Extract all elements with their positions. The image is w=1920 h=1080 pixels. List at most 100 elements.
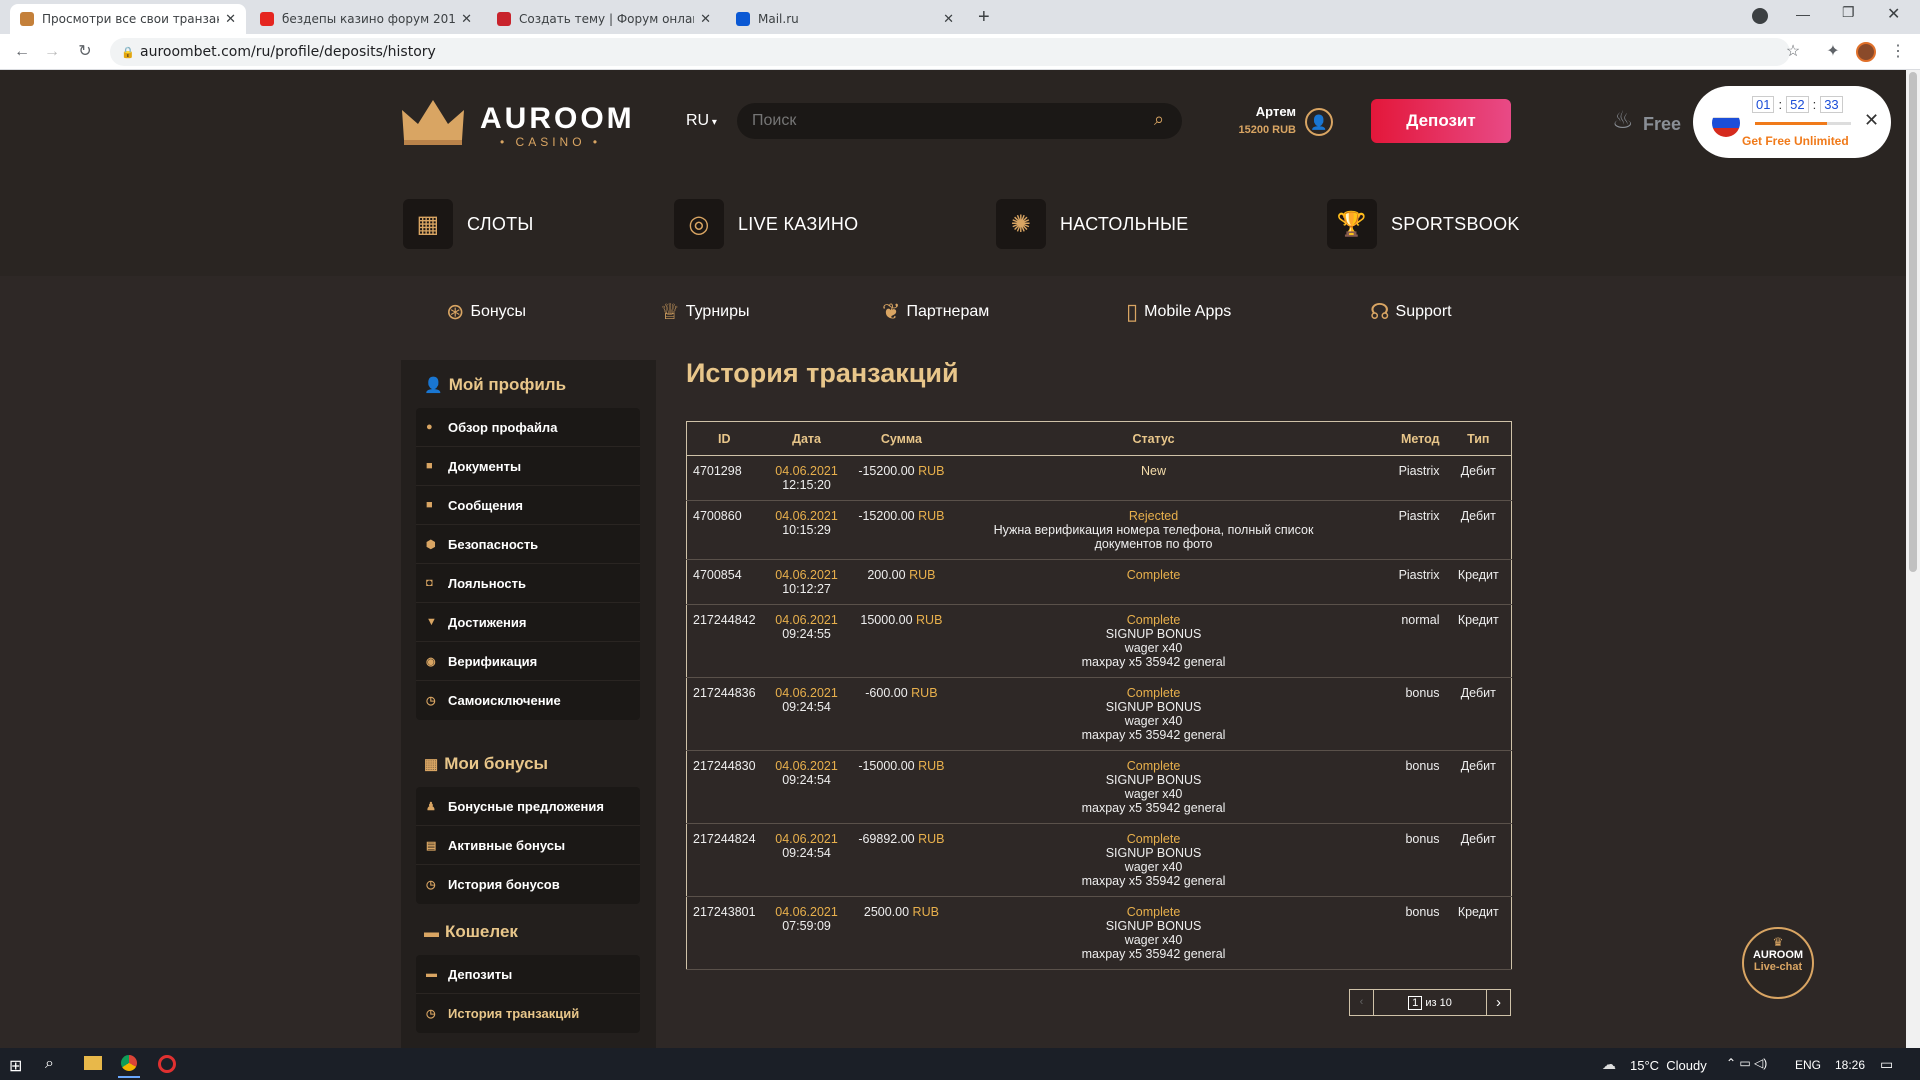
status-detail: wager x40 (1124, 714, 1183, 728)
cell-date: 04.06.2021 09:24:54 (761, 677, 852, 751)
cell-type: Кредит (1445, 559, 1512, 605)
category-slots[interactable]: ▦ СЛОТЫ (403, 199, 534, 249)
notification-icon[interactable]: ▭ (1880, 1056, 1893, 1073)
sidebar-item-self-exclusion[interactable]: ◷ Самоисключение (416, 681, 640, 720)
tab-close-icon[interactable]: ✕ (700, 12, 711, 27)
cell-date: 04.06.2021 09:24:54 (761, 823, 852, 897)
nav-support[interactable]: ☊ Support (1370, 296, 1452, 328)
nav-tournaments[interactable]: ♕ Турниры (660, 296, 750, 328)
category-sportsbook[interactable]: 🏆 SPORTSBOOK (1327, 199, 1520, 249)
clock-icon: ◷ (426, 695, 436, 707)
windows-start-icon[interactable]: ⊞ (9, 1056, 22, 1076)
date-text: 04.06.2021 (775, 759, 838, 773)
cell-date: 04.06.2021 09:24:55 (761, 604, 852, 678)
page-number[interactable]: 1 (1408, 995, 1423, 1010)
date-text: 04.06.2021 (775, 509, 838, 523)
input-language[interactable]: ENG (1795, 1058, 1821, 1072)
browser-tab[interactable]: Создать тему | Форум онлайн ка ✕ (487, 4, 721, 34)
user-avatar-icon[interactable]: 👤 (1305, 108, 1333, 136)
menu-dots-icon[interactable]: ⋮ (1888, 42, 1908, 62)
card-icon: ▬ (426, 968, 437, 980)
chrome-taskbar-icon[interactable] (118, 1050, 140, 1078)
date-text: 04.06.2021 (775, 613, 838, 627)
nav-label: Бонусы (470, 303, 526, 320)
category-label: SPORTSBOOK (1391, 213, 1520, 234)
browser-tab[interactable]: Mail.ru ✕ (726, 4, 964, 34)
sidebar-item-label: Безопасность (448, 536, 539, 552)
clock[interactable]: 18:26 (1835, 1058, 1865, 1072)
scrollbar-thumb[interactable] (1909, 72, 1917, 572)
category-live-casino[interactable]: ◎ LIVE КАЗИНО (674, 199, 858, 249)
sidebar-item-verification[interactable]: ◉ Верификация (416, 642, 640, 681)
tab-search-icon[interactable] (1752, 8, 1768, 24)
maximize-icon[interactable]: ❐ (1842, 4, 1855, 21)
sidebar-item-profile-overview[interactable]: ● Обзор профайла (416, 408, 640, 447)
sidebar-item-loyalty[interactable]: ◘ Лояльность (416, 564, 640, 603)
prev-page-icon[interactable]: ‹ (1350, 990, 1374, 1015)
bookmark-star-icon[interactable]: ☆ (1783, 42, 1803, 62)
extensions-icon[interactable]: ✦ (1823, 42, 1843, 62)
minimize-icon[interactable]: — (1796, 6, 1810, 22)
tab-close-icon[interactable]: ✕ (225, 12, 236, 27)
opera-taskbar-icon[interactable] (158, 1055, 176, 1073)
cell-amount: -15200.00 RUB (851, 455, 952, 501)
nav-bonuses[interactable]: ⊛ Бонусы (446, 296, 526, 328)
language-selector[interactable]: RU ▾ (686, 112, 717, 130)
pagination: ‹ 1 из 10 › (1349, 989, 1511, 1016)
sidebar-item-documents[interactable]: ■ Документы (416, 447, 640, 486)
sidebar-item-bonus-offers[interactable]: ♟ Бонусные предложения (416, 787, 640, 826)
table-row: 217244824 04.06.2021 09:24:54 -69892.00 RUB… (686, 823, 1512, 897)
deposit-button[interactable]: Депозит (1371, 99, 1511, 143)
nav-mobile-apps[interactable]: ▯ Mobile Apps (1126, 296, 1231, 328)
status-detail: wager x40 (1124, 641, 1183, 655)
sidebar-item-achievements[interactable]: ▼ Достижения (416, 603, 640, 642)
document-icon: ■ (426, 460, 433, 472)
reload-icon[interactable]: ↻ (75, 42, 95, 62)
cell-method: Piastrix (1355, 455, 1446, 501)
time-text: 09:24:54 (782, 846, 831, 860)
crown-logo-icon[interactable] (400, 96, 466, 146)
address-bar[interactable]: auroombet.com/ru/profile/deposits/histor… (110, 38, 1790, 66)
cell-status: Complete SIGNUP BONUS wager x40 maxpay x5 3… (951, 896, 1356, 970)
tab-close-icon[interactable]: ✕ (943, 12, 954, 27)
cell-type: Дебит (1445, 823, 1512, 897)
table-row: 217244836 04.06.2021 09:24:54 -600.00 RUB Co… (686, 677, 1512, 751)
browser-tab[interactable]: бездепы казино форум 2017 — ✕ (250, 4, 482, 34)
close-window-icon[interactable]: ✕ (1887, 4, 1900, 24)
currency: RUB (911, 686, 938, 700)
taskbar-search-icon[interactable]: ⌕ (45, 1055, 54, 1073)
profile-avatar[interactable] (1856, 42, 1876, 62)
live-chat-button[interactable]: ♛ AUROOM Live-chat (1742, 927, 1814, 999)
next-page-icon[interactable]: › (1486, 990, 1510, 1015)
new-tab-button[interactable]: + (978, 6, 990, 29)
weather-text[interactable]: 15°C Cloudy (1630, 1058, 1707, 1073)
forward-icon[interactable]: → (42, 42, 62, 62)
system-tray-icons[interactable]: ⌃ ▭ ◁) (1726, 1056, 1767, 1070)
cell-date: 04.06.2021 10:12:27 (761, 559, 852, 605)
sidebar-item-security[interactable]: ⬢ Безопасность (416, 525, 640, 564)
tab-close-icon[interactable]: ✕ (461, 12, 472, 27)
sidebar-item-transaction-history[interactable]: ◷ История транзакций (416, 994, 640, 1033)
category-table-games[interactable]: ✺ НАСТОЛЬНЫЕ (996, 199, 1189, 249)
cell-type: Кредит (1445, 604, 1512, 678)
sidebar-item-bonus-history[interactable]: ◷ История бонусов (416, 865, 640, 904)
sidebar-item-label: Бонусные предложения (448, 798, 604, 814)
free-label[interactable]: Free (1643, 114, 1681, 135)
back-icon[interactable]: ← (12, 42, 32, 62)
promo-text[interactable]: Get Free Unlimited (1742, 134, 1849, 148)
sidebar-item-messages[interactable]: ■ Сообщения (416, 486, 640, 525)
search-input[interactable] (752, 107, 1142, 135)
page-total: из 10 (1425, 996, 1452, 1009)
file-explorer-icon[interactable] (84, 1056, 102, 1070)
close-icon[interactable]: ✕ (1864, 110, 1879, 131)
user-name[interactable]: Артем (1240, 104, 1296, 119)
nav-partners[interactable]: ❦ Партнерам (882, 296, 989, 328)
search-icon[interactable]: ⌕ (1154, 109, 1164, 130)
status-badge: Complete (1126, 759, 1181, 773)
cell-id: 4701298 (686, 455, 762, 501)
sidebar-item-deposits[interactable]: ▬ Депозиты (416, 955, 640, 994)
browser-tab[interactable]: Просмотри все свои транзакции ✕ (10, 4, 246, 34)
sidebar-item-active-bonuses[interactable]: ▤ Активные бонусы (416, 826, 640, 865)
table-row: 4700860 04.06.2021 10:15:29 -15200.00 RUB Re… (686, 500, 1512, 560)
sidebar-item-label: Обзор профайла (448, 419, 558, 435)
